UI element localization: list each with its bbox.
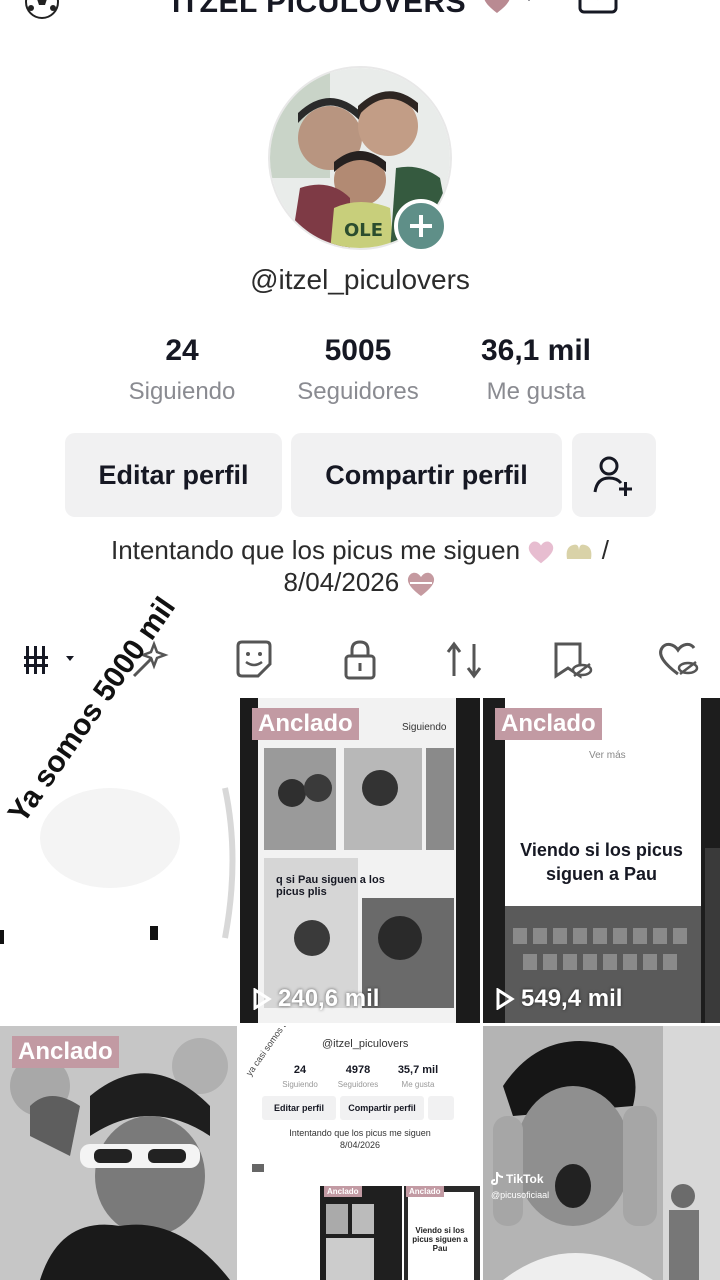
grid-video-5[interactable]: @itzel_piculovers ya casi somos 5000 seg… bbox=[240, 1026, 480, 1280]
following-label: Siguiendo bbox=[128, 378, 236, 405]
svg-text:OLE: OLE bbox=[344, 220, 383, 241]
heart-emoji-icon bbox=[482, 0, 512, 19]
mini-username: @itzel_piculovers bbox=[322, 1038, 409, 1050]
mini-grid-thumbnails bbox=[240, 1158, 480, 1280]
followers-count: 5005 bbox=[324, 334, 392, 367]
mini-edit-button: Editar perfil bbox=[262, 1096, 336, 1120]
likes-count: 36,1 mil bbox=[480, 334, 592, 367]
tab-videos[interactable] bbox=[18, 636, 82, 684]
grid-video-2[interactable]: Anclado Siguiendo q si Pau siguen a los … bbox=[240, 698, 480, 1023]
share-profile-button[interactable]: Compartir perfil bbox=[291, 433, 562, 517]
view-count-text: 549,4 mil bbox=[521, 985, 623, 1012]
tab-stickers[interactable] bbox=[230, 636, 278, 684]
profile-display-name[interactable]: ITZEL PICULOVERS bbox=[172, 0, 466, 20]
mini-stat-following: 24 Siguiendo bbox=[280, 1064, 320, 1089]
grid-video-1[interactable] bbox=[0, 698, 237, 1023]
watermark-brand: TikTok bbox=[506, 1172, 544, 1186]
profile-bio: Intentando que los picus me siguen / 8/0… bbox=[0, 534, 720, 598]
bio-text-line1: Intentando que los picus me siguen bbox=[111, 535, 521, 565]
view-count-text: 240,6 mil bbox=[278, 985, 380, 1012]
mini-pinned-badge: Anclado bbox=[324, 1186, 362, 1197]
edit-profile-button[interactable]: Editar perfil bbox=[65, 433, 282, 517]
liked-hidden-icon bbox=[659, 642, 699, 676]
grid-video-6[interactable]: TikTok @picusoficiaal bbox=[483, 1026, 720, 1280]
pinned-badge: Anclado bbox=[12, 1036, 119, 1068]
video-screen-text-1: Viendo si los picus bbox=[520, 840, 683, 860]
mended-heart-icon bbox=[408, 572, 435, 597]
mini-stat-value: 24 bbox=[293, 1064, 307, 1076]
view-count: 549,4 mil bbox=[495, 985, 622, 1013]
tiktok-logo-icon bbox=[491, 1172, 503, 1185]
mini-stat-likes: 35,7 mil Me gusta bbox=[390, 1064, 446, 1089]
repost-icon bbox=[446, 641, 482, 679]
likes-label: Me gusta bbox=[486, 378, 586, 405]
mini-share-button: Compartir perfil bbox=[340, 1096, 424, 1120]
video-thumbnail bbox=[258, 698, 456, 1023]
stat-followers[interactable]: 5005 Seguidores bbox=[268, 334, 448, 406]
video-thumbnail bbox=[0, 698, 237, 1023]
video-screen-text-2: siguen a Pau bbox=[545, 864, 658, 884]
following-count: 24 bbox=[165, 334, 199, 367]
play-icon bbox=[496, 988, 515, 1010]
soccer-ball-icon[interactable] bbox=[24, 0, 60, 20]
edit-calendar-icon[interactable] bbox=[578, 0, 618, 16]
mini-bio-2: 8/04/2026 bbox=[339, 1140, 381, 1150]
tiktok-watermark: TikTok bbox=[491, 1172, 544, 1186]
pinned-badge: Anclado bbox=[252, 708, 359, 740]
pink-heart-icon bbox=[529, 541, 554, 564]
top-bar: ITZEL PICULOVERS bbox=[0, 0, 720, 30]
pinned-badge: Anclado bbox=[495, 708, 602, 740]
bio-separator: / bbox=[601, 535, 609, 565]
following-chip: Siguiendo bbox=[402, 722, 447, 733]
menu-icon[interactable] bbox=[654, 0, 694, 14]
mini-stat-followers: 4978 Seguidores bbox=[332, 1064, 384, 1089]
add-avatar-button[interactable] bbox=[394, 199, 448, 253]
add-user-icon bbox=[593, 456, 632, 496]
mini-stat-value: 35,7 mil bbox=[397, 1064, 439, 1076]
bookmark-hidden-icon bbox=[554, 642, 593, 679]
tab-liked[interactable] bbox=[654, 636, 702, 684]
heart-hands-icon bbox=[566, 544, 591, 560]
plus-icon bbox=[410, 215, 432, 237]
mini-add-user-icon bbox=[428, 1096, 454, 1120]
videos-grid-icon bbox=[24, 646, 74, 674]
grid-video-3[interactable]: Anclado Ver más Viendo si los picus sigu… bbox=[483, 698, 720, 1023]
mini-stat-value: 4978 bbox=[345, 1064, 371, 1076]
add-friend-button[interactable] bbox=[572, 433, 656, 517]
mini-bio-1: Intentando que los picus me siguen bbox=[289, 1128, 431, 1138]
view-count: 240,6 mil bbox=[252, 985, 379, 1013]
video-screen-text: q si Pau siguen a los picus plis bbox=[276, 874, 385, 898]
mini-screen-text: Viendo si los picus siguen a Pau bbox=[412, 1226, 468, 1253]
play-icon bbox=[253, 988, 272, 1010]
watermark-user: @picusoficiaal bbox=[491, 1190, 550, 1200]
tab-saved[interactable] bbox=[548, 636, 596, 684]
mini-pinned-badge-2: Anclado bbox=[406, 1186, 444, 1197]
followers-label: Seguidores bbox=[297, 378, 419, 405]
tab-private[interactable] bbox=[336, 636, 384, 684]
mini-stat-label: Me gusta bbox=[401, 1080, 435, 1089]
tab-reposts[interactable] bbox=[440, 636, 488, 684]
lock-icon bbox=[344, 640, 376, 680]
video-thumbnail bbox=[483, 1026, 720, 1280]
username: @itzel_piculovers bbox=[250, 264, 470, 295]
mini-stat-label: Siguiendo bbox=[282, 1080, 318, 1089]
sticker-icon bbox=[236, 640, 272, 678]
stat-following[interactable]: 24 Siguiendo bbox=[92, 334, 272, 406]
grid-video-4[interactable]: Anclado bbox=[0, 1026, 237, 1280]
bio-text-line2: 8/04/2026 bbox=[283, 567, 400, 597]
chevron-down-icon[interactable] bbox=[520, 0, 538, 10]
stat-likes[interactable]: 36,1 mil Me gusta bbox=[446, 334, 626, 406]
see-more-text: Ver más bbox=[589, 750, 626, 761]
mini-stat-label: Seguidores bbox=[337, 1080, 379, 1089]
